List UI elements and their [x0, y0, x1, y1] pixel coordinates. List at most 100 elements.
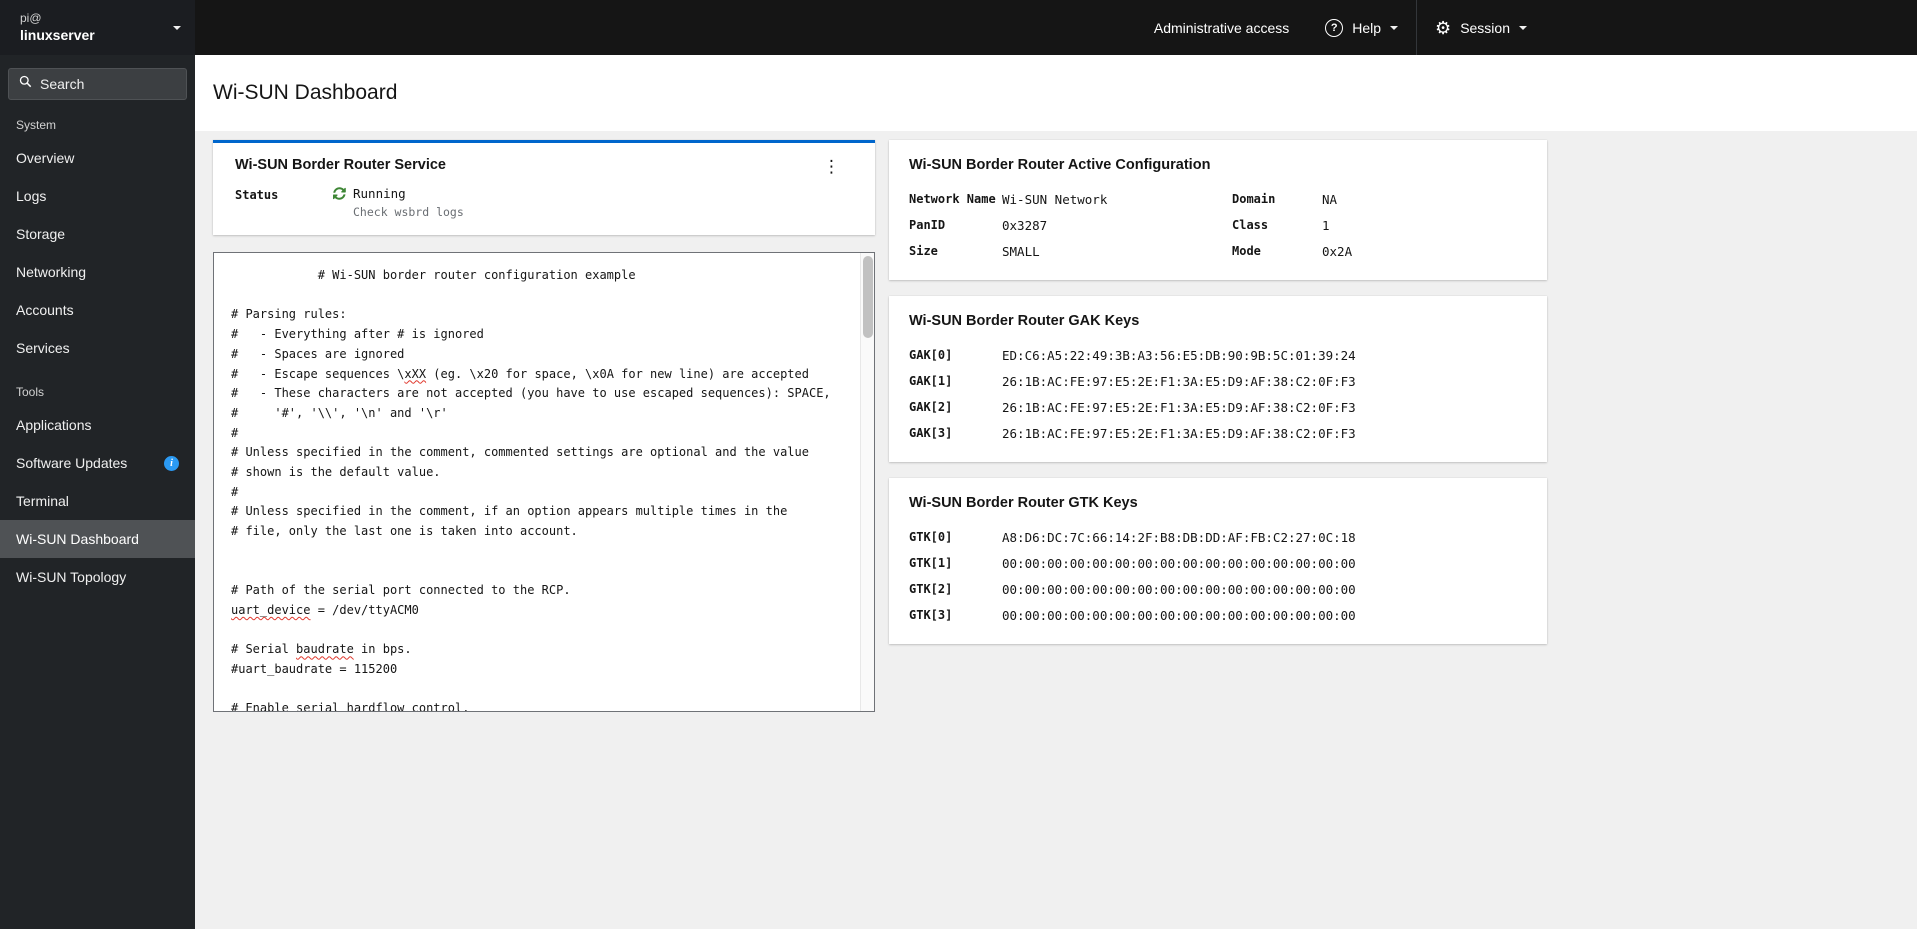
- help-menu-button[interactable]: ? Help: [1307, 0, 1416, 55]
- sidebar-item-software-updates[interactable]: Software Updates i: [0, 444, 195, 482]
- config-key: Class: [1232, 218, 1269, 232]
- sidebar-item-logs[interactable]: Logs: [0, 177, 195, 215]
- config-value: 0x2A: [1322, 243, 1353, 259]
- config-line: #uart_baudrate = 115200: [231, 662, 398, 677]
- active-config-row: Size SMALL Mode 0x2A: [909, 238, 1527, 264]
- gtk-key-row: GTK[2] 00:00:00:00:00:00:00:00:00:00:00:0…: [909, 576, 1527, 602]
- config-line: [231, 562, 848, 582]
- nav-section: System Overview Logs Storage Networking Accou…: [0, 108, 195, 367]
- content: Wi-SUN Border Router Service ⋮ Status Ru…: [195, 131, 1917, 736]
- sidebar-item-label: Overview: [16, 150, 75, 166]
- gak-key-value: ED:C6:A5:22:49:3B:A3:56:E5:DB:90:9B:5C:0…: [1002, 347, 1356, 363]
- sidebar-item-accounts[interactable]: Accounts: [0, 291, 195, 329]
- body: System Overview Logs Storage Networking Accou…: [0, 55, 1917, 929]
- sidebar-item-networking[interactable]: Networking: [0, 253, 195, 291]
- status-help-text: Check wsbrd logs: [353, 205, 464, 219]
- host-switcher[interactable]: pi@ linuxserver: [0, 0, 195, 55]
- config-line: # Path of the serial port connected to t…: [231, 583, 571, 598]
- sidebar-item-label: Logs: [16, 188, 47, 204]
- active-config-title: Wi-SUN Border Router Active Configuratio…: [909, 157, 1211, 173]
- sidebar-item-overview[interactable]: Overview: [0, 139, 195, 177]
- sidebar-item-label: Accounts: [16, 302, 74, 318]
- sidebar-item-terminal[interactable]: Terminal: [0, 482, 195, 520]
- config-value: 0x3287: [1002, 217, 1048, 233]
- config-line: [231, 286, 848, 306]
- gak-key-label: GAK[3]: [909, 426, 953, 440]
- gak-key-row: GAK[3] 26:1B:AC:FE:97:E5:2E:F1:3A:E5:D9:A…: [909, 420, 1527, 446]
- sidebar-item-label: Applications: [16, 417, 92, 433]
- config-line: #: [231, 484, 239, 499]
- config-value: 1: [1322, 217, 1330, 233]
- status-row: Status Running Check wsbrd logs: [235, 186, 853, 219]
- gak-key-row: GAK[1] 26:1B:AC:FE:97:E5:2E:F1:3A:E5:D9:A…: [909, 368, 1527, 394]
- sidebar-item-label: Terminal: [16, 493, 69, 509]
- scrollbar-thumb[interactable]: [863, 256, 873, 338]
- search-input[interactable]: [40, 76, 176, 92]
- sidebar-item-storage[interactable]: Storage: [0, 215, 195, 253]
- status-group: Running Check wsbrd logs: [333, 186, 464, 219]
- sidebar-item-wi-sun-dashboard[interactable]: Wi-SUN Dashboard: [0, 520, 195, 558]
- config-key: Mode: [1232, 244, 1261, 258]
- chevron-down-icon: [1519, 25, 1527, 30]
- config-key: PanID: [909, 218, 946, 232]
- status-value: Running: [353, 186, 406, 201]
- chevron-down-icon: [173, 25, 181, 30]
- main-area: Wi-SUN Dashboard Wi-SUN Border Router Se…: [195, 55, 1917, 929]
- nav-section-label: Tools: [16, 385, 45, 399]
- gear-icon: ⚙: [1435, 17, 1452, 38]
- sidebar-item-services[interactable]: Services: [0, 329, 195, 367]
- kebab-menu-button[interactable]: ⋮: [816, 155, 847, 180]
- gtk-key-label: GTK[3]: [909, 608, 953, 622]
- config-line: # - Everything after # is ignored: [231, 327, 484, 342]
- search-icon: [19, 75, 32, 93]
- gak-key-value: 26:1B:AC:FE:97:E5:2E:F1:3A:E5:D9:AF:38:C…: [1002, 399, 1356, 415]
- config-line: # - Escape sequences \xXX (eg. \x20 for …: [231, 366, 809, 381]
- service-card: Wi-SUN Border Router Service ⋮ Status Ru…: [213, 140, 875, 235]
- config-line: # '#', '\\', '\n' and '\r': [231, 405, 448, 420]
- gak-keys-grid: GAK[0] ED:C6:A5:22:49:3B:A3:56:E5:DB:90:9…: [909, 342, 1527, 446]
- sidebar-item-applications[interactable]: Applications: [0, 406, 195, 444]
- sidebar-item-label: Wi-SUN Dashboard: [16, 531, 139, 547]
- sync-icon: [333, 187, 346, 200]
- page-header: Wi-SUN Dashboard: [195, 55, 1917, 131]
- sidebar-item-label: Software Updates: [16, 455, 128, 471]
- config-line: # Wi-SUN border router configuration exa…: [231, 268, 636, 282]
- config-value: Wi-SUN Network: [1002, 191, 1108, 207]
- nav-section-label: System: [16, 118, 57, 132]
- config-line: # Unless specified in the comment, if an…: [231, 504, 788, 519]
- gtk-key-value: 00:00:00:00:00:00:00:00:00:00:00:00:00:0…: [1002, 555, 1356, 571]
- config-value: NA: [1322, 191, 1338, 207]
- misspelled-word: xXX: [404, 366, 427, 381]
- gak-key-label: GAK[2]: [909, 400, 953, 414]
- status-line: Running: [333, 186, 464, 201]
- scrollbar[interactable]: [860, 253, 874, 711]
- config-editor-panel: # Wi-SUN border router configuration exa…: [213, 252, 875, 712]
- admin-access-button[interactable]: Administrative access: [1136, 0, 1307, 55]
- active-config-card: Wi-SUN Border Router Active Configuratio…: [889, 140, 1547, 280]
- gtk-key-value: 00:00:00:00:00:00:00:00:00:00:00:00:00:0…: [1002, 607, 1356, 623]
- gtk-key-row: GTK[0] A8:D6:DC:7C:66:14:2F:B8:DB:DD:AF:F…: [909, 524, 1527, 550]
- admin-access-label: Administrative access: [1153, 19, 1290, 36]
- right-column: Wi-SUN Border Router Active Configuratio…: [889, 140, 1547, 660]
- config-line: # Serial baudrate in bps.: [231, 642, 412, 657]
- gak-key-row: GAK[2] 26:1B:AC:FE:97:E5:2E:F1:3A:E5:D9:A…: [909, 394, 1527, 420]
- session-menu-button[interactable]: ⚙ Session: [1416, 0, 1545, 55]
- config-line: [231, 621, 848, 641]
- masthead: pi@ linuxserver Administrative access ? …: [0, 0, 1917, 55]
- host-user: pi@: [20, 11, 42, 25]
- active-config-row: PanID 0x3287 Class 1: [909, 212, 1527, 238]
- status-label: Status: [235, 188, 279, 202]
- config-editor[interactable]: # Wi-SUN border router configuration exa…: [214, 253, 874, 711]
- gak-key-value: 26:1B:AC:FE:97:E5:2E:F1:3A:E5:D9:AF:38:C…: [1002, 425, 1356, 441]
- sidebar-item-wi-sun-topology[interactable]: Wi-SUN Topology: [0, 558, 195, 596]
- misspelled-word: baudrate: [296, 642, 354, 657]
- host-name: linuxserver: [20, 27, 95, 43]
- gtk-key-label: GTK[1]: [909, 556, 953, 570]
- sidebar-item-label: Networking: [16, 264, 87, 280]
- gtk-key-label: GTK[2]: [909, 582, 953, 596]
- config-line: [231, 680, 848, 700]
- config-key: Network Name: [909, 192, 996, 206]
- page-title: Wi-SUN Dashboard: [213, 81, 398, 104]
- config-line: # - These characters are not accepted (y…: [231, 386, 831, 401]
- search-box[interactable]: [8, 68, 187, 100]
